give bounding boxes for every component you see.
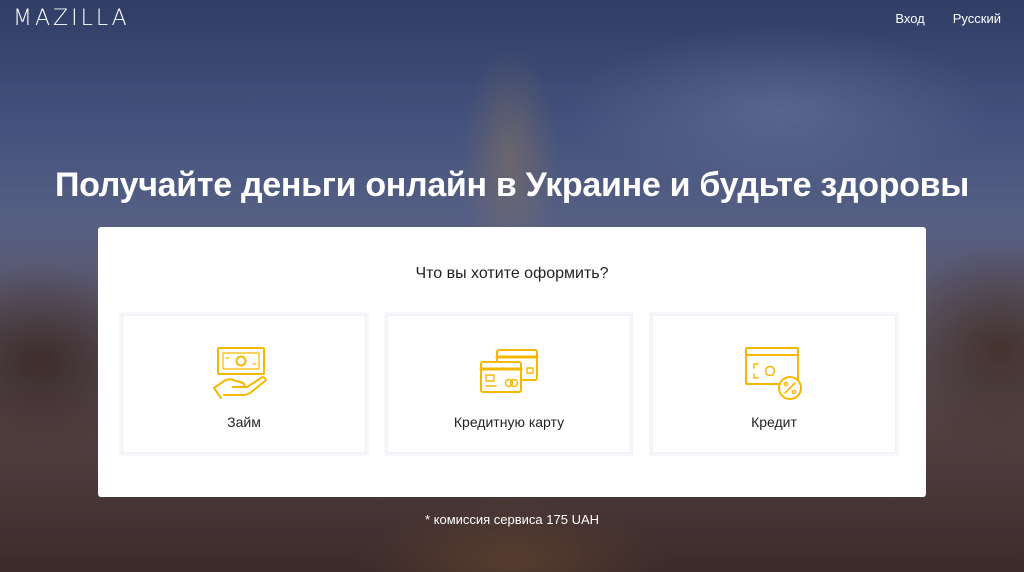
percent-bill-icon [745,347,802,400]
login-link[interactable]: Вход [895,11,924,26]
product-selection-card: Что вы хотите оформить? Займ Кредитную к… [98,227,926,497]
logo[interactable]: MAZILLA [13,6,130,31]
option-credit[interactable]: Кредит [652,315,896,453]
option-loan-label: Займ [227,414,261,430]
language-selector[interactable]: Русский [953,11,1001,26]
top-nav: Вход Русский [895,11,1001,26]
page-background: MAZILLA Вход Русский Получайте деньги он… [0,0,1024,572]
credit-cards-icon [479,349,539,393]
cash-hand-icon [213,347,267,399]
hero-title: Получайте деньги онлайн в Украине и будь… [55,166,969,204]
option-loan[interactable]: Займ [122,315,366,453]
service-fee-note: * комиссия сервиса 175 UAH [424,512,600,527]
card-question: Что вы хотите оформить? [415,265,609,282]
option-credit-card[interactable]: Кредитную карту [387,315,631,453]
product-options: Займ Кредитную карту Кредит [122,315,896,453]
option-credit-card-label: Кредитную карту [453,414,565,430]
option-credit-label: Кредит [751,414,797,430]
header: MAZILLA Вход Русский [0,0,1024,36]
